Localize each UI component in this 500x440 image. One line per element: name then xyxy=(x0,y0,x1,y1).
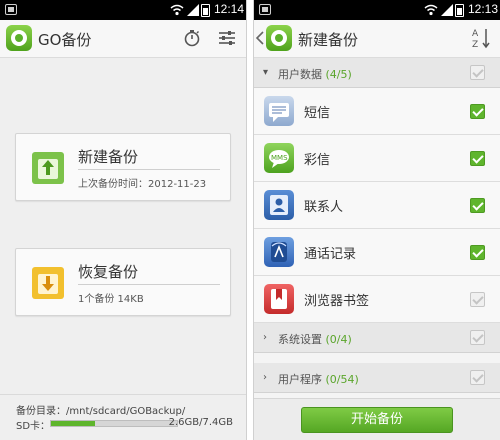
item-checkbox[interactable] xyxy=(470,151,485,166)
backup-item-list: ▾ 用户数据 (4/5) 短信 MMS 彩信 联系人 通话记录 浏览器书签 › … xyxy=(254,58,500,398)
group-count: (0/4) xyxy=(325,333,352,346)
group-label: 用户程序 xyxy=(278,373,322,386)
status-bar: 12:13 xyxy=(254,0,500,20)
group-user-apps[interactable]: › 用户程序 (0/54) xyxy=(254,363,500,393)
group-system-settings[interactable]: › 系统设置 (0/4) xyxy=(254,323,500,353)
group-label: 用户数据 xyxy=(278,68,322,81)
call-log-icon xyxy=(264,237,294,267)
svg-text:A: A xyxy=(472,29,479,39)
group-label: 系统设置 xyxy=(278,333,322,346)
chevron-down-icon: ▾ xyxy=(263,67,269,78)
backup-count-size: 1个备份 14KB xyxy=(78,294,144,305)
status-time: 12:14 xyxy=(214,2,245,16)
status-time: 12:13 xyxy=(468,2,499,16)
status-bar: 12:14 xyxy=(0,0,246,20)
list-item-call-log[interactable]: 通话记录 xyxy=(254,229,500,276)
card-divider xyxy=(78,169,220,170)
bottom-bar: 开始备份 xyxy=(254,398,500,440)
settings-sliders-icon[interactable] xyxy=(216,27,238,49)
item-label: 联系人 xyxy=(304,200,344,215)
svg-text:Z: Z xyxy=(472,40,478,49)
notification-icon xyxy=(5,4,17,15)
signal-icon xyxy=(187,4,199,16)
last-backup-time: 上次备份时间：2012-11-23 xyxy=(78,179,207,190)
item-checkbox[interactable] xyxy=(470,104,485,119)
app-logo-icon xyxy=(6,25,32,51)
sms-icon xyxy=(264,96,294,126)
list-item-bookmarks[interactable]: 浏览器书签 xyxy=(254,276,500,323)
list-item-mms[interactable]: MMS 彩信 xyxy=(254,135,500,182)
app-logo-icon xyxy=(266,25,292,51)
timer-icon[interactable] xyxy=(181,27,203,49)
action-bar: 新建备份 A Z xyxy=(254,20,500,58)
group-user-data[interactable]: ▾ 用户数据 (4/5) xyxy=(254,58,500,88)
battery-icon xyxy=(201,4,210,17)
sort-alpha-icon[interactable]: A Z xyxy=(470,27,492,49)
page-title: GO备份 xyxy=(38,31,92,49)
storage-progress-fill xyxy=(51,421,96,426)
battery-icon xyxy=(455,4,464,17)
back-chevron-icon[interactable] xyxy=(254,27,266,49)
new-backup-title: 新建备份 xyxy=(78,148,139,166)
new-backup-icon xyxy=(32,152,64,184)
main-content: 新建备份 上次备份时间：2012-11-23 恢复备份 1个备份 14KB xyxy=(0,58,246,394)
storage-progress-bar xyxy=(50,420,178,427)
new-backup-card[interactable]: 新建备份 上次备份时间：2012-11-23 xyxy=(15,133,231,201)
group-count: (4/5) xyxy=(325,68,352,81)
right-screen: 12:13 新建备份 A Z ▾ 用户数据 (4/5) 短信 MMS 彩信 联系… xyxy=(253,0,500,440)
chevron-right-icon: › xyxy=(263,372,267,383)
svg-text:MMS: MMS xyxy=(271,154,288,162)
group-count: (0/54) xyxy=(325,373,359,386)
action-bar: GO备份 xyxy=(0,20,246,58)
card-divider xyxy=(78,284,220,285)
restore-backup-icon xyxy=(32,267,64,299)
list-item-sms[interactable]: 短信 xyxy=(254,88,500,135)
group-checkbox[interactable] xyxy=(470,65,485,80)
sd-card-label: SD卡： xyxy=(16,421,51,432)
item-label: 通话记录 xyxy=(304,247,357,262)
group-checkbox[interactable] xyxy=(470,370,485,385)
list-item-contacts[interactable]: 联系人 xyxy=(254,182,500,229)
item-label: 短信 xyxy=(304,106,331,121)
item-label: 彩信 xyxy=(304,153,331,168)
restore-backup-title: 恢复备份 xyxy=(78,263,139,281)
backup-directory: 备份目录：/mnt/sdcard/GOBackup/ xyxy=(16,406,186,417)
left-screen: 12:14 GO备份 新建备份 上次备份时间：2012-11-23 恢复备份 1… xyxy=(0,0,247,440)
item-checkbox[interactable] xyxy=(470,292,485,307)
mms-icon: MMS xyxy=(264,143,294,173)
storage-footer: 备份目录：/mnt/sdcard/GOBackup/ SD卡： 2.6GB/7.… xyxy=(0,394,246,440)
storage-usage: 2.6GB/7.4GB xyxy=(168,417,233,428)
wifi-icon xyxy=(424,4,438,16)
restore-backup-card[interactable]: 恢复备份 1个备份 14KB xyxy=(15,248,231,316)
item-checkbox[interactable] xyxy=(470,198,485,213)
signal-icon xyxy=(441,4,453,16)
wifi-icon xyxy=(170,4,184,16)
group-checkbox[interactable] xyxy=(470,330,485,345)
item-checkbox[interactable] xyxy=(470,245,485,260)
notification-icon xyxy=(259,4,271,15)
chevron-right-icon: › xyxy=(263,332,267,343)
contacts-icon xyxy=(264,190,294,220)
page-title: 新建备份 xyxy=(298,31,359,49)
bookmark-icon xyxy=(264,284,294,314)
start-backup-button[interactable]: 开始备份 xyxy=(301,407,453,433)
item-label: 浏览器书签 xyxy=(304,294,370,309)
